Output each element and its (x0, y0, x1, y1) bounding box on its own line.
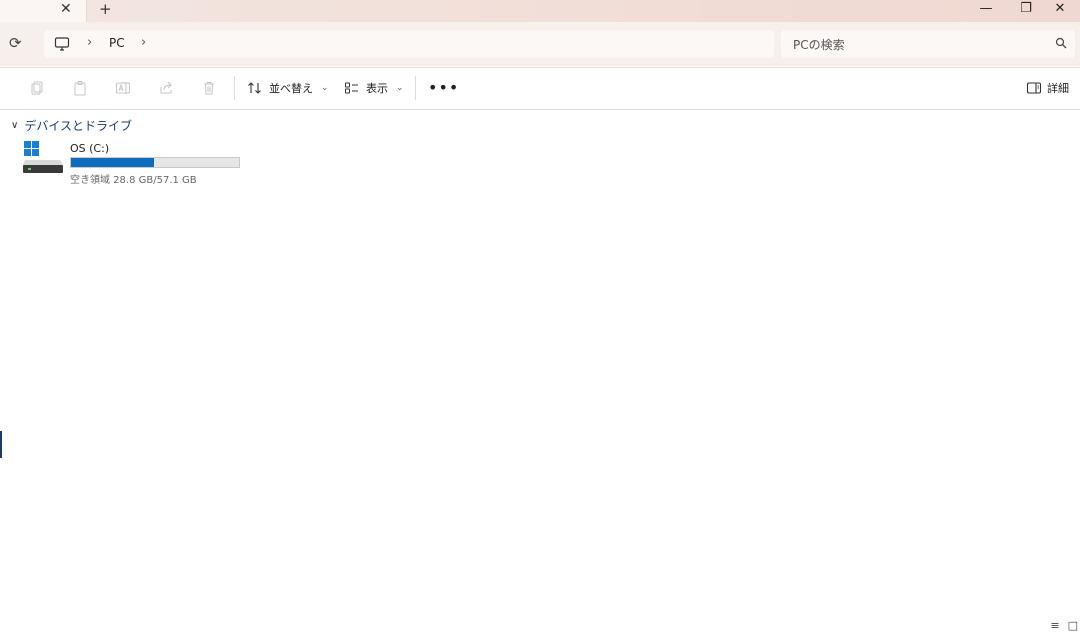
refresh-icon[interactable]: ⟳ (9, 34, 22, 52)
view-toggle-group: ≡ □ (1050, 619, 1078, 632)
breadcrumb-pc[interactable]: PC (109, 36, 125, 50)
chevron-down-icon[interactable]: ∨ (11, 120, 18, 131)
toolbar-divider (234, 76, 235, 100)
navigation-bar: ⟳ › PC › (0, 22, 1080, 66)
devices-and-drives-header[interactable]: ∨ デバイスとドライブ (11, 117, 132, 134)
more-options-button[interactable]: ••• (428, 78, 459, 97)
search-icon[interactable] (1055, 37, 1067, 49)
details-pane-button[interactable]: 詳細 (1026, 80, 1069, 96)
windows-drive-icon (23, 141, 63, 173)
computer-icon (54, 37, 70, 51)
sort-label: 並べ替え (269, 82, 313, 95)
search-box[interactable] (781, 30, 1075, 60)
delete-icon[interactable] (201, 80, 217, 96)
chevron-right-icon[interactable]: › (141, 35, 146, 50)
minimize-button[interactable]: — (974, 0, 998, 16)
chevron-down-icon: ⌄ (396, 83, 404, 93)
search-input[interactable] (781, 30, 1055, 60)
new-tab-button[interactable]: + (99, 0, 112, 18)
title-bar: ✕ + — ❐ ✕ (0, 0, 1080, 22)
sort-icon (248, 82, 261, 94)
drive-usage-fill (71, 158, 155, 167)
drive-tile[interactable]: OS (C:) 空き領域 28.8 GB/57.1 GB (22, 141, 252, 187)
drive-free-space: 空き領域 28.8 GB/57.1 GB (70, 175, 197, 186)
maximize-button[interactable]: ❐ (1014, 0, 1038, 16)
paste-icon[interactable] (72, 80, 88, 96)
tiles-view-icon[interactable]: □ (1068, 619, 1078, 632)
details-pane-icon (1026, 82, 1042, 94)
toolbar-divider (415, 76, 416, 100)
group-title: デバイスとドライブ (24, 119, 132, 133)
view-button[interactable]: 表示 ⌄ (344, 76, 404, 100)
focus-indicator (0, 431, 2, 458)
copy-icon[interactable] (29, 80, 45, 96)
view-label: 表示 (366, 82, 388, 95)
share-icon[interactable] (158, 80, 174, 96)
close-tab-icon[interactable]: ✕ (60, 1, 72, 17)
details-label: 詳細 (1047, 82, 1069, 95)
chevron-down-icon: ⌄ (321, 83, 329, 93)
details-view-icon[interactable]: ≡ (1050, 619, 1059, 632)
drive-usage-bar (70, 157, 240, 168)
close-window-button[interactable]: ✕ (1048, 0, 1072, 16)
rename-icon[interactable] (115, 80, 131, 96)
chevron-right-icon[interactable]: › (87, 35, 92, 50)
command-bar: 並べ替え ⌄ 表示 ⌄ ••• 詳細 (0, 67, 1080, 110)
address-bar[interactable]: › PC › (44, 30, 774, 58)
sort-button[interactable]: 並べ替え ⌄ (247, 76, 329, 100)
view-icon (345, 82, 358, 94)
active-tab[interactable]: ✕ (0, 0, 87, 22)
drive-name: OS (C:) (70, 142, 110, 155)
